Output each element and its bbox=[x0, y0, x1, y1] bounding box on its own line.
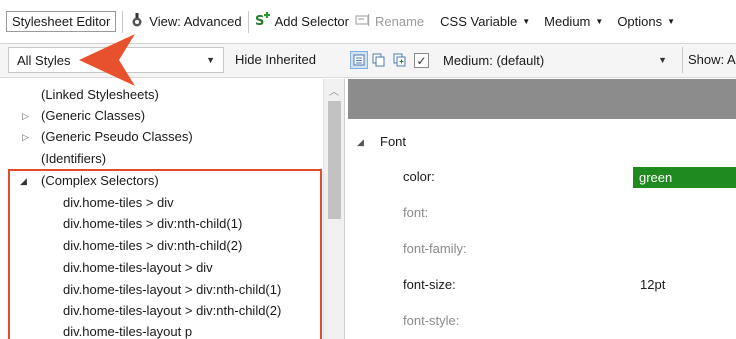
scroll-up-icon[interactable]: ︿ bbox=[329, 83, 339, 98]
show-filter-label[interactable]: Show: A bbox=[688, 52, 736, 67]
options-label: Options bbox=[617, 14, 663, 29]
collapse-icon[interactable]: ◢ bbox=[357, 137, 364, 148]
color-value-text: green bbox=[639, 170, 673, 185]
dropdown-arrow-icon: ▼ bbox=[658, 55, 667, 65]
rename-button[interactable]: Rename bbox=[355, 10, 424, 34]
svg-text:S: S bbox=[255, 14, 264, 28]
toolbar-separator bbox=[682, 47, 683, 73]
css-variable-dropdown[interactable]: CSS Variable ▼ bbox=[440, 10, 530, 34]
medium-checkbox[interactable]: ✓ bbox=[414, 53, 429, 68]
tree-item-generic-classes[interactable]: (Generic Classes) bbox=[41, 105, 145, 126]
property-grid bbox=[348, 119, 736, 339]
rename-label: Rename bbox=[375, 14, 425, 29]
tree-item-label: (Generic Classes) bbox=[41, 108, 146, 123]
property-value-font-size[interactable]: 12pt bbox=[640, 277, 665, 292]
property-value-color[interactable]: green bbox=[633, 167, 736, 188]
complex-selectors-highlight bbox=[8, 169, 322, 339]
view-advanced-button[interactable]: View: Advanced bbox=[129, 10, 242, 34]
dropdown-arrow-icon: ▼ bbox=[206, 55, 215, 65]
tree-item-label: (Linked Stylesheets) bbox=[41, 87, 159, 102]
rename-icon bbox=[355, 12, 371, 31]
chevron-down-icon: ▼ bbox=[667, 17, 676, 26]
new-style-icon[interactable] bbox=[391, 51, 409, 69]
hide-inherited-button[interactable]: Hide Inherited bbox=[235, 52, 316, 67]
expand-icon[interactable]: ▷ bbox=[22, 111, 29, 122]
styles-filter-value: All Styles bbox=[17, 52, 71, 68]
selector-tree: (Linked Stylesheets) ▷ (Generic Classes)… bbox=[0, 79, 345, 339]
property-name-font[interactable]: font: bbox=[403, 205, 428, 220]
view-icon bbox=[129, 12, 145, 31]
property-name-font-size[interactable]: font-size: bbox=[403, 277, 456, 292]
property-name-color[interactable]: color: bbox=[403, 169, 435, 184]
medium-filter-value: Medium: (default) bbox=[443, 52, 545, 68]
medium-dropdown[interactable]: Medium ▼ bbox=[544, 10, 603, 34]
tree-item-label: (Generic Pseudo Classes) bbox=[41, 129, 193, 144]
chevron-down-icon: ▼ bbox=[595, 17, 604, 26]
add-selector-icon: S bbox=[255, 12, 271, 31]
tree-scrollbar[interactable]: ︿ bbox=[323, 79, 344, 339]
copy-style-icon[interactable] bbox=[370, 51, 388, 69]
chevron-down-icon: ▼ bbox=[522, 17, 531, 26]
expand-icon[interactable]: ▷ bbox=[22, 132, 29, 143]
view-advanced-label: View: Advanced bbox=[149, 14, 242, 29]
css-variable-label: CSS Variable bbox=[440, 14, 518, 29]
medium-label: Medium bbox=[544, 14, 591, 29]
options-dropdown[interactable]: Options ▼ bbox=[617, 10, 675, 34]
tree-item-identifiers[interactable]: (Identifiers) bbox=[41, 148, 106, 169]
window-title: Stylesheet Editor bbox=[6, 11, 117, 32]
tree-item-generic-pseudo-classes[interactable]: (Generic Pseudo Classes) bbox=[41, 126, 193, 147]
property-name-font-style[interactable]: font-style: bbox=[403, 313, 459, 328]
add-selector-button[interactable]: S Add Selector bbox=[255, 10, 349, 34]
property-group-font[interactable]: Font bbox=[380, 134, 406, 149]
scrollbar-thumb[interactable] bbox=[328, 101, 341, 219]
property-name-font-family[interactable]: font-family: bbox=[403, 241, 467, 256]
callout-arrow-icon bbox=[79, 34, 135, 86]
toolbar-separator bbox=[247, 10, 249, 33]
property-grid-header bbox=[348, 79, 736, 119]
toolbar-separator bbox=[122, 10, 124, 33]
list-view-icon[interactable] bbox=[350, 51, 368, 69]
medium-filter-select[interactable]: Medium: (default) ▼ bbox=[434, 47, 676, 73]
tree-item-label: (Identifiers) bbox=[41, 151, 107, 166]
add-selector-label: Add Selector bbox=[274, 14, 349, 29]
